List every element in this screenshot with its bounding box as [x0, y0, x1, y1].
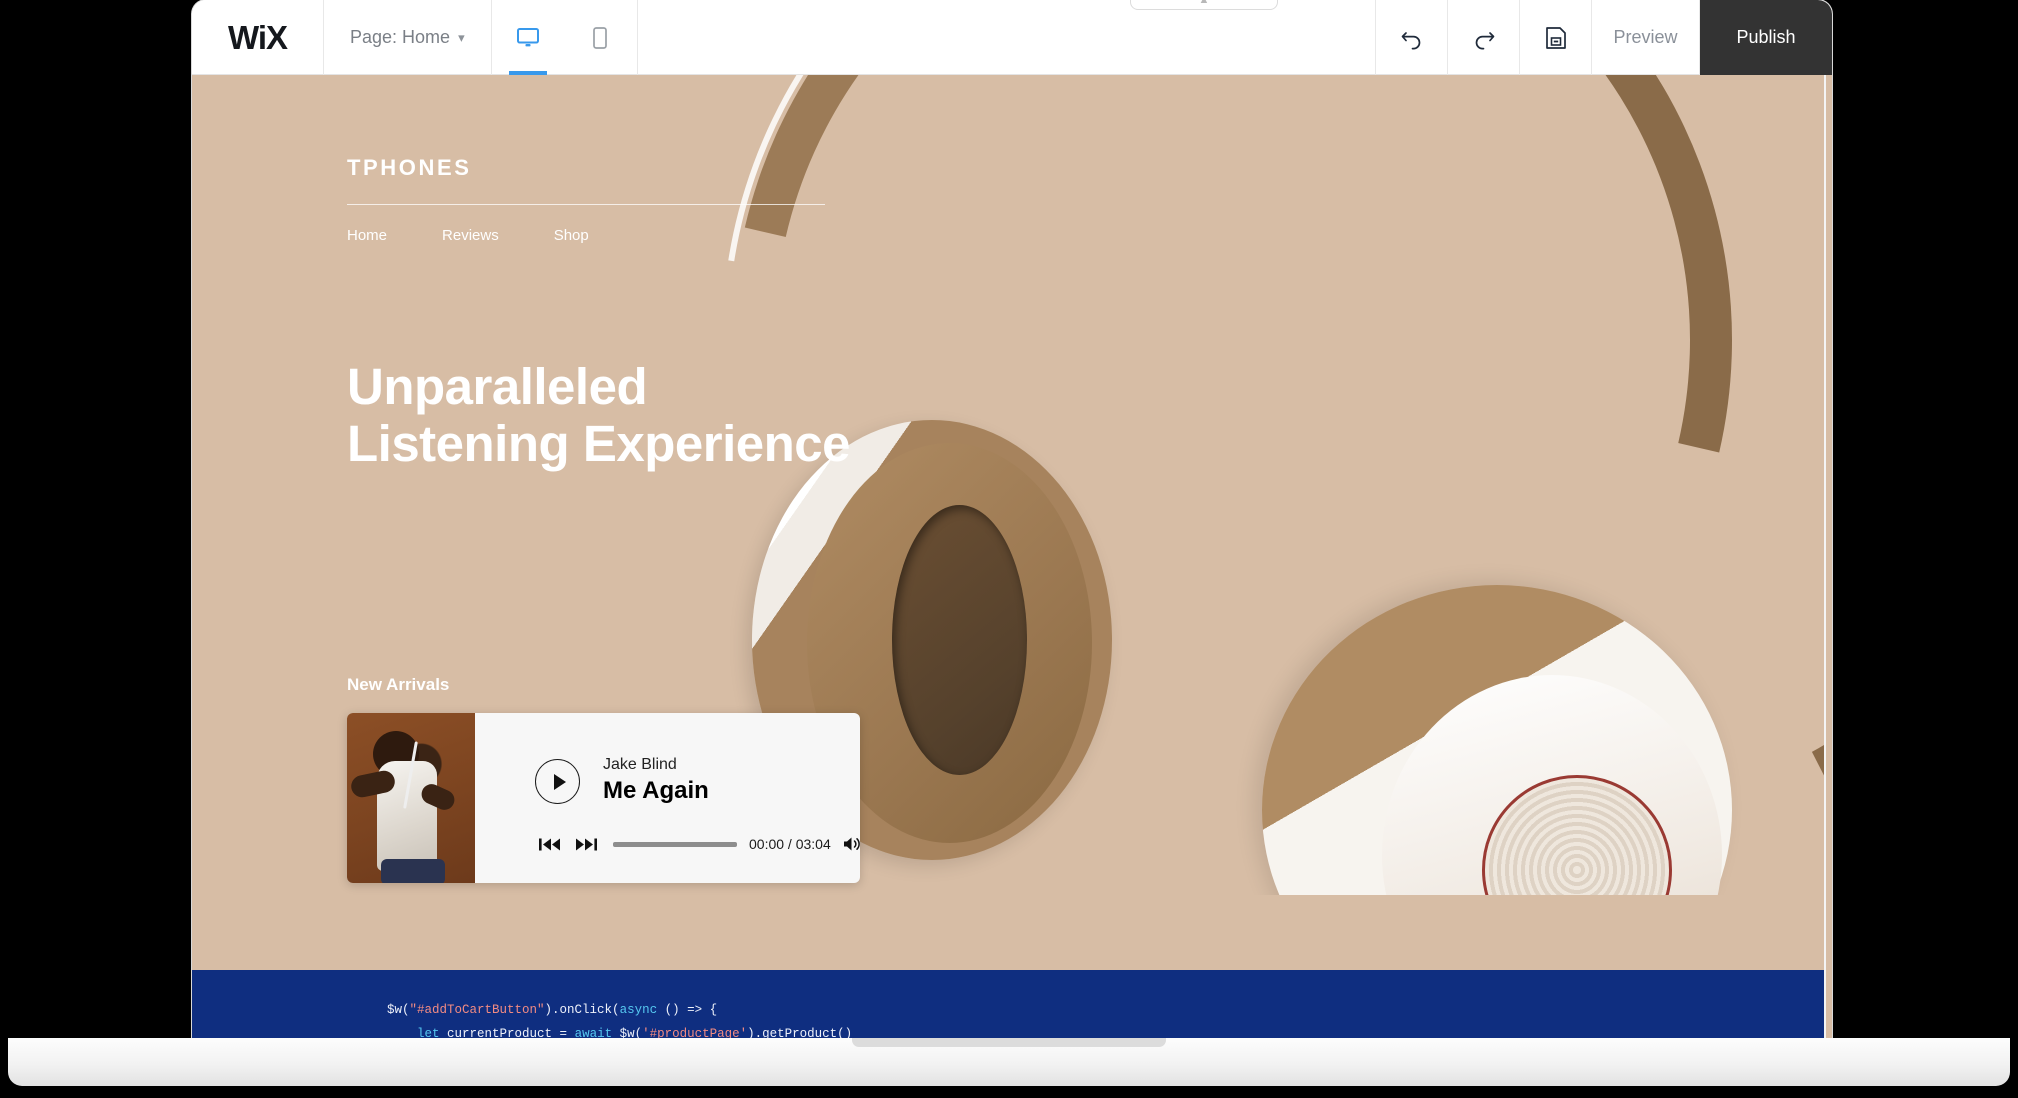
nav-item-reviews[interactable]: Reviews: [442, 227, 499, 244]
chevron-up-icon: ▲: [1198, 0, 1210, 6]
skip-forward-icon: [576, 838, 597, 850]
player-artwork: [347, 713, 475, 883]
site-brand: TPHONES: [347, 155, 472, 180]
player-transport: 00:00 / 03:04: [537, 835, 860, 853]
laptop-screen: WiX Page: Home ▾ Preview Publish ▲ TPHON…: [192, 0, 1832, 1046]
save-button[interactable]: [1520, 0, 1592, 75]
publish-button[interactable]: Publish: [1700, 0, 1832, 75]
code-token: async: [619, 1003, 658, 1017]
canvas-right-edge: [1824, 75, 1832, 1046]
wix-logo-text: WiX: [227, 18, 288, 56]
code-editor-panel[interactable]: $w("#addToCartButton").onClick(async () …: [192, 970, 1824, 1046]
site-canvas[interactable]: TPHONES Home Reviews Shop Unparalleled L…: [192, 75, 1824, 1046]
code-token: () => {: [657, 1003, 718, 1017]
next-track-button[interactable]: [573, 835, 599, 853]
editor-toolbar: WiX Page: Home ▾ Preview Publish: [192, 0, 1832, 75]
chevron-down-icon: ▾: [458, 29, 465, 45]
code-token: $w(: [387, 1003, 410, 1017]
undo-button[interactable]: [1376, 0, 1448, 75]
page-selector-label: Page: Home: [350, 27, 451, 47]
site-header: TPHONES Home Reviews Shop: [347, 155, 827, 244]
player-timecode: 00:00 / 03:04: [749, 836, 831, 852]
headline-line-2: Listening Experience: [347, 415, 851, 473]
code-token: ).onClick(: [544, 1003, 620, 1017]
headline-line-1: Unparalleled: [347, 358, 648, 415]
page-selector[interactable]: Page: Home ▾: [324, 0, 492, 75]
site-nav: Home Reviews Shop: [347, 227, 827, 244]
preview-label: Preview: [1613, 27, 1678, 47]
previous-track-button[interactable]: [537, 835, 563, 853]
toolbar-spacer: [638, 0, 1376, 75]
wix-logo[interactable]: WiX: [192, 0, 324, 75]
redo-button[interactable]: [1448, 0, 1520, 75]
desktop-view-button[interactable]: [507, 0, 549, 75]
header-divider: [347, 204, 825, 205]
track-artist: Jake Blind: [603, 756, 677, 773]
floating-panel-tab[interactable]: ▲: [1130, 0, 1278, 10]
new-arrivals-label: New Arrivals: [347, 675, 450, 694]
audio-player[interactable]: Jake Blind Me Again 00:00 / 03:04: [347, 713, 860, 883]
code-line: $w("#addToCartButton").onClick(async () …: [387, 998, 1824, 1022]
mobile-icon: [593, 26, 607, 49]
redo-icon: [1475, 31, 1494, 49]
preview-button[interactable]: Preview: [1592, 0, 1700, 75]
viewport-switcher: [492, 0, 638, 75]
publish-label: Publish: [1736, 27, 1796, 47]
seek-bar[interactable]: [613, 841, 737, 847]
volume-button[interactable]: [843, 836, 860, 852]
laptop-notch: [852, 1038, 1166, 1047]
undo-icon: [1401, 31, 1420, 49]
volume-icon: [843, 837, 860, 851]
save-icon: [1545, 26, 1566, 49]
play-icon: [553, 773, 566, 790]
nav-item-home[interactable]: Home: [347, 227, 387, 244]
nav-item-shop[interactable]: Shop: [554, 227, 589, 244]
desktop-icon: [517, 27, 540, 46]
mobile-view-button[interactable]: [579, 0, 621, 75]
player-body: Jake Blind Me Again 00:00 / 03:04: [475, 713, 860, 883]
screenshot-stage: WiX Page: Home ▾ Preview Publish ▲ TPHON…: [0, 0, 2018, 1098]
code-token: "#addToCartButton": [409, 1003, 545, 1017]
play-button[interactable]: [535, 759, 580, 804]
hero-headline: Unparalleled Listening Experience: [347, 358, 1067, 472]
skip-back-icon: [539, 838, 560, 850]
track-title: Me Again: [603, 777, 709, 804]
